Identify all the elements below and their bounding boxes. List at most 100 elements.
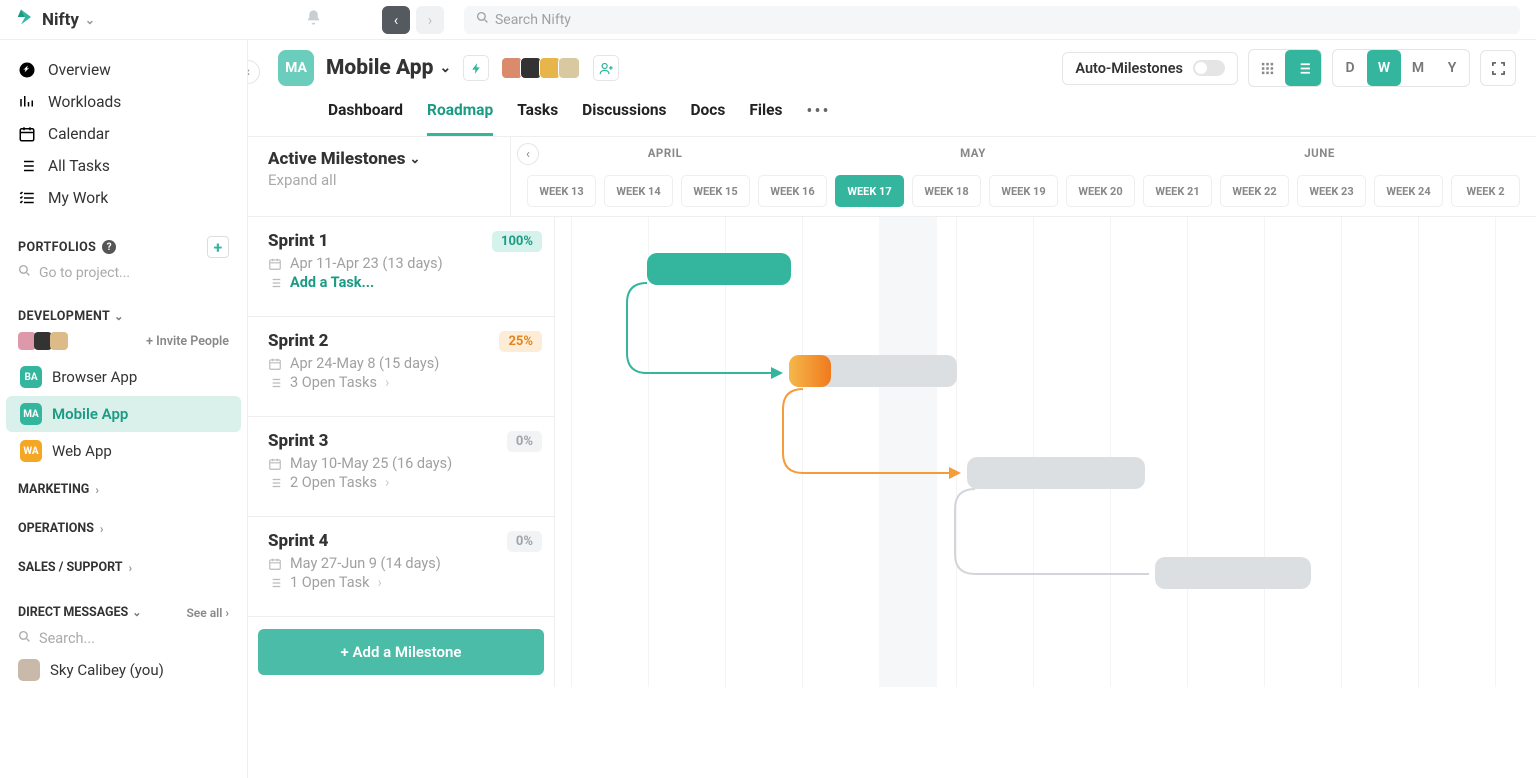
see-all-link[interactable]: See all › bbox=[186, 606, 229, 620]
week-cell[interactable]: WEEK 13 bbox=[527, 175, 596, 207]
go-to-project[interactable]: Go to project... bbox=[0, 258, 247, 287]
milestone-row[interactable]: 0% Sprint 4 May 27-Jun 9 (14 days) 1 Ope… bbox=[248, 517, 554, 617]
zoom-w-button[interactable]: W bbox=[1367, 50, 1401, 86]
project-browser app[interactable]: BABrowser App bbox=[6, 359, 241, 395]
sidebar-item-overview[interactable]: Overview bbox=[0, 54, 247, 86]
project-logo: MA bbox=[278, 50, 314, 86]
week-cell[interactable]: WEEK 14 bbox=[604, 175, 673, 207]
week-cell[interactable]: WEEK 20 bbox=[1066, 175, 1135, 207]
week-cell[interactable]: WEEK 18 bbox=[912, 175, 981, 207]
gridline bbox=[571, 217, 572, 687]
sidebar-item-all tasks[interactable]: All Tasks bbox=[0, 150, 247, 182]
milestone-list: 100% Sprint 1 Apr 11-Apr 23 (13 days) Ad… bbox=[248, 217, 555, 687]
chevron-down-icon: ⌄ bbox=[132, 606, 141, 619]
milestone-tasks[interactable]: 1 Open Task › bbox=[268, 574, 534, 591]
member-avatars[interactable] bbox=[501, 57, 577, 79]
chevron-down-icon: ⌄ bbox=[85, 13, 95, 27]
auto-milestones-toggle[interactable]: Auto-Milestones bbox=[1062, 52, 1238, 85]
invite-people-link[interactable]: + Invite People bbox=[146, 334, 229, 349]
project-title[interactable]: Mobile App ⌄ bbox=[326, 56, 451, 80]
brand-name: Nifty bbox=[42, 10, 79, 30]
tab-docs[interactable]: Docs bbox=[690, 91, 725, 136]
week-cell[interactable]: WEEK 2 bbox=[1451, 175, 1520, 207]
expand-all-link[interactable]: Expand all bbox=[268, 171, 490, 189]
week-cell[interactable]: WEEK 16 bbox=[758, 175, 827, 207]
tab-files[interactable]: Files bbox=[749, 91, 782, 136]
category-marketing[interactable]: MARKETING› bbox=[0, 470, 247, 509]
gantt-bar-sprint-3[interactable] bbox=[967, 457, 1145, 489]
active-milestones-dropdown[interactable]: Active Milestones ⌄ bbox=[268, 149, 490, 169]
sidebar-item-workloads[interactable]: Workloads bbox=[0, 86, 247, 118]
tab-dashboard[interactable]: Dashboard bbox=[328, 91, 403, 136]
milestone-tasks[interactable]: 2 Open Tasks › bbox=[268, 474, 534, 491]
dm-header[interactable]: DIRECT MESSAGES ⌄ See all › bbox=[0, 587, 247, 626]
milestone-daterange: May 27-Jun 9 (14 days) bbox=[268, 555, 534, 572]
project-web app[interactable]: WAWeb App bbox=[6, 433, 241, 469]
dm-search[interactable]: Search... bbox=[0, 626, 247, 651]
gridline bbox=[1264, 217, 1265, 687]
gantt-timeline[interactable] bbox=[555, 217, 1536, 687]
milestone-row[interactable]: 25% Sprint 2 Apr 24-May 8 (15 days) 3 Op… bbox=[248, 317, 554, 417]
week-cell[interactable]: WEEK 22 bbox=[1220, 175, 1289, 207]
development-header[interactable]: DEVELOPMENT ⌄ bbox=[18, 309, 229, 324]
week-cell[interactable]: WEEK 23 bbox=[1297, 175, 1366, 207]
project-mobile app[interactable]: MAMobile App bbox=[6, 396, 241, 432]
milestone-tasks[interactable]: 3 Open Tasks › bbox=[268, 374, 534, 391]
week-cell[interactable]: WEEK 21 bbox=[1143, 175, 1212, 207]
sidebar-item-my work[interactable]: My Work bbox=[0, 182, 247, 214]
search-bar[interactable]: Search Nifty bbox=[464, 6, 1520, 34]
week-cell[interactable]: WEEK 19 bbox=[989, 175, 1058, 207]
zoom-m-button[interactable]: M bbox=[1401, 50, 1435, 86]
add-portfolio-button[interactable]: + bbox=[207, 236, 229, 258]
gantt-bar-sprint-2[interactable] bbox=[789, 355, 831, 387]
icon bbox=[18, 61, 36, 79]
dm-user[interactable]: Sky Calibey (you) bbox=[0, 651, 247, 689]
calendar-icon bbox=[268, 255, 282, 272]
category-sales[interactable]: SALES / SUPPORT› bbox=[0, 548, 247, 587]
chevron-down-icon: ⌄ bbox=[439, 60, 451, 76]
flash-button[interactable] bbox=[463, 55, 489, 81]
brand[interactable]: Nifty ⌄ bbox=[16, 7, 95, 32]
category-operations[interactable]: OPERATIONS› bbox=[0, 509, 247, 548]
list-icon bbox=[268, 474, 282, 491]
sidebar-item-calendar[interactable]: Calendar bbox=[0, 118, 247, 150]
milestone-tasks[interactable]: Add a Task... bbox=[268, 274, 534, 291]
zoom-y-button[interactable]: Y bbox=[1435, 50, 1469, 86]
toggle-switch[interactable] bbox=[1193, 60, 1225, 76]
fullscreen-button[interactable] bbox=[1480, 50, 1516, 86]
collapse-sidebar-button[interactable]: ‹ bbox=[248, 60, 260, 84]
list-view-button[interactable] bbox=[1285, 50, 1321, 86]
tab-discussions[interactable]: Discussions bbox=[582, 91, 666, 136]
tab-more[interactable]: ••• bbox=[806, 91, 830, 136]
week-cell[interactable]: WEEK 24 bbox=[1374, 175, 1443, 207]
progress-badge: 0% bbox=[507, 531, 542, 552]
milestone-name: Sprint 2 bbox=[268, 331, 534, 351]
add-user-button[interactable] bbox=[593, 55, 619, 81]
avatar bbox=[50, 332, 68, 350]
gantt-bar-sprint-4[interactable] bbox=[1155, 557, 1311, 589]
gridline bbox=[1495, 217, 1496, 687]
week-cell[interactable]: WEEK 15 bbox=[681, 175, 750, 207]
nav-forward-button[interactable]: › bbox=[416, 6, 444, 34]
tab-tasks[interactable]: Tasks bbox=[517, 91, 558, 136]
gantt-bar-sprint-1[interactable] bbox=[647, 253, 791, 285]
add-milestone-button[interactable]: + Add a Milestone bbox=[258, 629, 544, 675]
help-icon[interactable]: ? bbox=[102, 240, 116, 254]
project-tabs: Dashboard Roadmap Tasks Discussions Docs File… bbox=[328, 91, 1516, 136]
bell-icon[interactable] bbox=[305, 9, 322, 31]
progress-badge: 100% bbox=[492, 231, 542, 252]
calendar-icon bbox=[268, 455, 282, 472]
tab-roadmap[interactable]: Roadmap bbox=[427, 91, 493, 136]
timeline-prev-button[interactable]: ‹ bbox=[517, 143, 539, 165]
auto-ms-label: Auto-Milestones bbox=[1075, 60, 1183, 77]
milestone-row[interactable]: 100% Sprint 1 Apr 11-Apr 23 (13 days) Ad… bbox=[248, 217, 554, 317]
zoom-d-button[interactable]: D bbox=[1333, 50, 1367, 86]
dm-user-name: Sky Calibey (you) bbox=[50, 661, 164, 679]
week-cell[interactable]: WEEK 17 bbox=[835, 175, 904, 207]
nav-back-button[interactable]: ‹ bbox=[382, 6, 410, 34]
dm-search-label: Search... bbox=[39, 630, 95, 647]
milestone-row[interactable]: 0% Sprint 3 May 10-May 25 (16 days) 2 Op… bbox=[248, 417, 554, 517]
icon bbox=[18, 93, 36, 111]
chevron-right-icon: › bbox=[100, 522, 104, 536]
grid-view-button[interactable] bbox=[1249, 50, 1285, 86]
